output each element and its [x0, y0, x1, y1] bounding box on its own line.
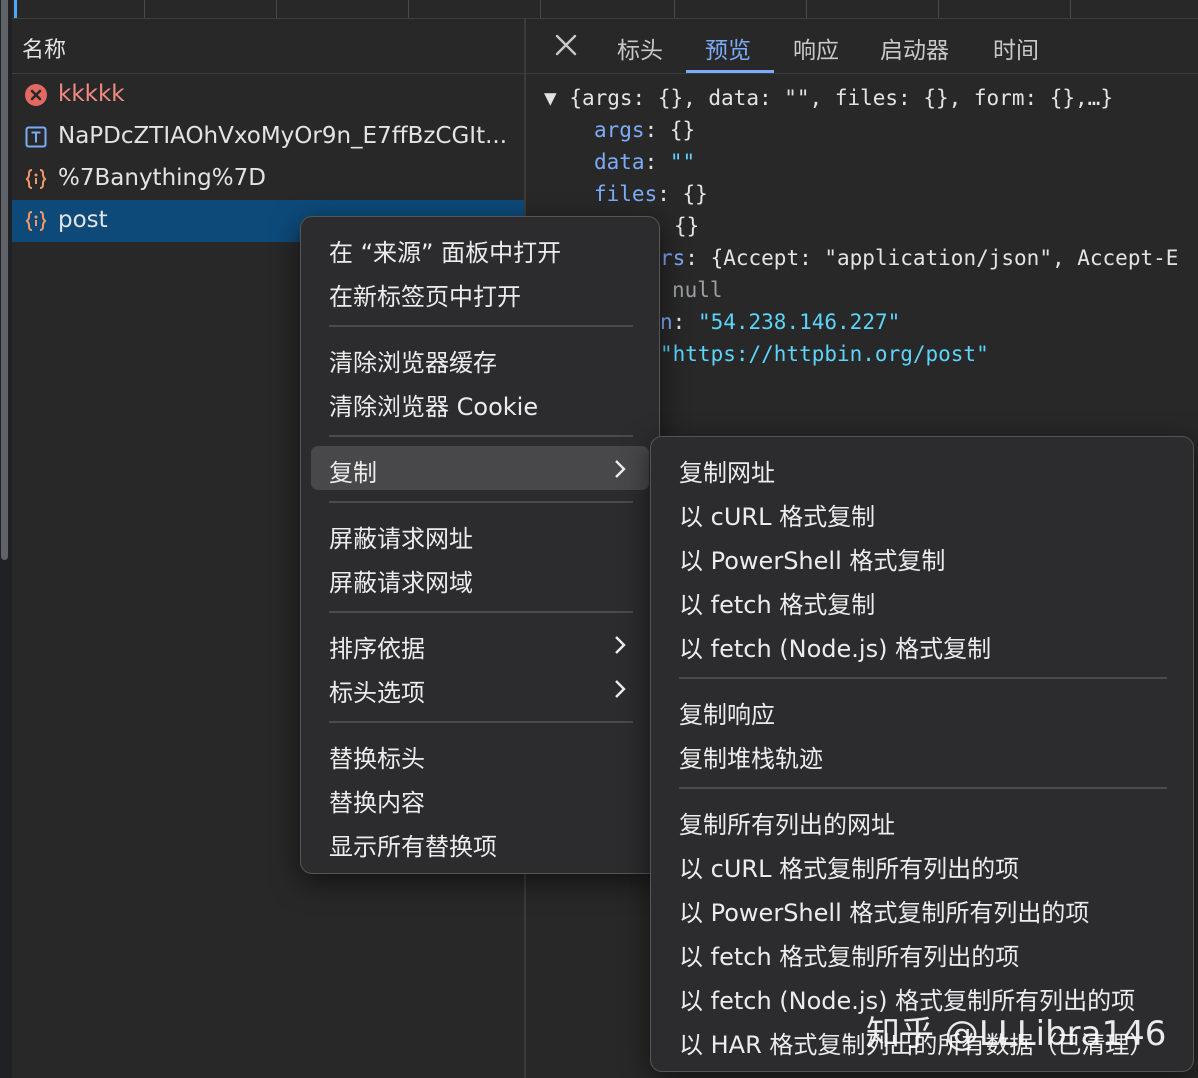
request-name: NaPDcZTIAOhVxoMyOr9n_E7ffBzCGIt... — [58, 123, 508, 149]
request-name: kkkkk — [58, 81, 125, 107]
json-value: "https://httpbin.org/post" — [660, 342, 989, 366]
json-line-form: {} — [674, 214, 699, 238]
chevron-right-icon — [615, 460, 626, 478]
name-column-label: 名称 — [22, 38, 67, 63]
menu-item-block-url[interactable]: 屏蔽请求网址 — [329, 519, 473, 554]
menu-item-copy-all-urls[interactable]: 复制所有列出的网址 — [679, 805, 895, 840]
menu-item-copy-stack-trace[interactable]: 复制堆栈轨迹 — [679, 739, 823, 774]
error-icon — [25, 84, 47, 106]
menu-item-copy-all-as-fetch[interactable]: 以 fetch 格式复制所有列出的项 — [679, 937, 1019, 972]
menu-item-block-domain[interactable]: 屏蔽请求网域 — [329, 563, 473, 598]
text-doc-icon — [25, 126, 47, 148]
json-line-data: data: "" — [594, 150, 696, 174]
menu-item-copy[interactable]: 复制 — [329, 453, 377, 488]
menu-item-copy-as-fetch-node[interactable]: 以 fetch (Node.js) 格式复制 — [679, 629, 991, 664]
tab-response[interactable]: 响应 — [793, 31, 839, 65]
json-line-url: "https://httpbin.org/post" — [660, 342, 989, 366]
json-root[interactable]: ▼ {args: {}, data: "", files: {}, form: … — [544, 86, 1113, 110]
menu-item-show-all-overrides[interactable]: 显示所有替换项 — [329, 827, 497, 862]
chevron-right-icon — [615, 636, 626, 654]
json-line-files: files: {} — [594, 182, 708, 206]
json-value: "" — [669, 150, 696, 174]
menu-separator — [329, 721, 633, 723]
menu-item-header-options[interactable]: 标头选项 — [329, 673, 425, 708]
menu-item-sort-by[interactable]: 排序依据 — [329, 629, 425, 664]
timeline-divider — [540, 0, 541, 18]
name-column-header[interactable]: 名称 — [12, 19, 524, 74]
json-summary: {args: {}, data: "", files: {}, form: {}… — [569, 86, 1113, 110]
copy-submenu: 复制网址 以 cURL 格式复制 以 PowerShell 格式复制 以 fet… — [650, 436, 1194, 1072]
json-value: {} — [674, 214, 700, 238]
json-line-origin: n: "54.238.146.227" — [660, 310, 901, 334]
request-row-anything[interactable]: %7Banything%7D — [12, 158, 524, 200]
menu-item-override-headers[interactable]: 替换标头 — [329, 739, 425, 774]
timeline-divider — [806, 0, 807, 18]
json-key: files — [594, 182, 658, 206]
detail-tabs: 标头 预览 响应 启动器 时间 — [526, 19, 1198, 74]
json-key: data — [594, 150, 645, 174]
json-value: {Accept: "application/json", Accept-E — [710, 246, 1179, 270]
menu-separator — [329, 325, 633, 327]
menu-separator — [679, 677, 1167, 679]
json-key: args — [594, 118, 645, 142]
menu-item-clear-cookies[interactable]: 清除浏览器 Cookie — [329, 387, 538, 422]
menu-separator — [679, 787, 1167, 789]
menu-item-open-in-new-tab[interactable]: 在新标签页中打开 — [329, 277, 521, 312]
tab-timing[interactable]: 时间 — [993, 31, 1039, 65]
tab-headers[interactable]: 标头 — [617, 31, 663, 65]
json-line-args: args: {} — [594, 118, 696, 142]
menu-item-open-in-sources[interactable]: 在 “来源” 面板中打开 — [329, 233, 561, 268]
left-scrollbar[interactable] — [1, 0, 8, 560]
expand-triangle-icon[interactable]: ▼ — [544, 86, 557, 110]
menu-item-copy-all-as-powershell[interactable]: 以 PowerShell 格式复制所有列出的项 — [679, 893, 1089, 928]
request-row-kkkkk[interactable]: kkkkk — [12, 74, 524, 116]
menu-item-copy-response[interactable]: 复制响应 — [679, 695, 775, 730]
json-line-json: null — [672, 278, 723, 302]
timeline-divider — [938, 0, 939, 18]
menu-item-copy-as-fetch[interactable]: 以 fetch 格式复制 — [679, 585, 875, 620]
timeline-divider — [144, 0, 145, 18]
active-tab-indicator — [686, 70, 774, 73]
timeline-divider — [674, 0, 675, 18]
tab-preview[interactable]: 预览 — [705, 31, 751, 65]
json-icon — [25, 169, 47, 189]
timeline-marker — [14, 0, 17, 18]
json-value: null — [672, 278, 723, 302]
menu-separator — [329, 435, 633, 437]
timeline-divider — [408, 0, 409, 18]
json-line-headers: rs: {Accept: "application/json", Accept-… — [660, 246, 1179, 270]
json-value: {} — [669, 118, 696, 142]
json-key: n — [660, 310, 673, 334]
tab-initiator[interactable]: 启动器 — [880, 31, 949, 65]
json-icon — [25, 211, 47, 231]
menu-item-copy-all-as-curl[interactable]: 以 cURL 格式复制所有列出的项 — [679, 849, 1019, 884]
timeline-divider — [1070, 0, 1071, 18]
menu-item-copy-as-powershell[interactable]: 以 PowerShell 格式复制 — [679, 541, 945, 576]
request-row-doc[interactable]: NaPDcZTIAOhVxoMyOr9n_E7ffBzCGIt... — [12, 116, 524, 158]
menu-item-clear-cache[interactable]: 清除浏览器缓存 — [329, 343, 497, 378]
context-menu: 在 “来源” 面板中打开 在新标签页中打开 清除浏览器缓存 清除浏览器 Cook… — [300, 216, 660, 874]
watermark: 知乎 @LLLibra146 — [866, 1014, 1167, 1054]
menu-separator — [329, 611, 633, 613]
json-value: "54.238.146.227" — [697, 310, 901, 334]
timeline-divider — [276, 0, 277, 18]
menu-separator — [329, 501, 633, 503]
json-value: {} — [682, 182, 708, 206]
request-name: %7Banything%7D — [58, 165, 266, 191]
chevron-right-icon — [615, 680, 626, 698]
menu-item-copy-url[interactable]: 复制网址 — [679, 453, 775, 488]
timeline-strip — [12, 0, 1198, 19]
json-key: rs — [660, 246, 686, 270]
close-icon[interactable] — [552, 31, 580, 59]
menu-item-copy-as-curl[interactable]: 以 cURL 格式复制 — [679, 497, 875, 532]
menu-item-override-content[interactable]: 替换内容 — [329, 783, 425, 818]
